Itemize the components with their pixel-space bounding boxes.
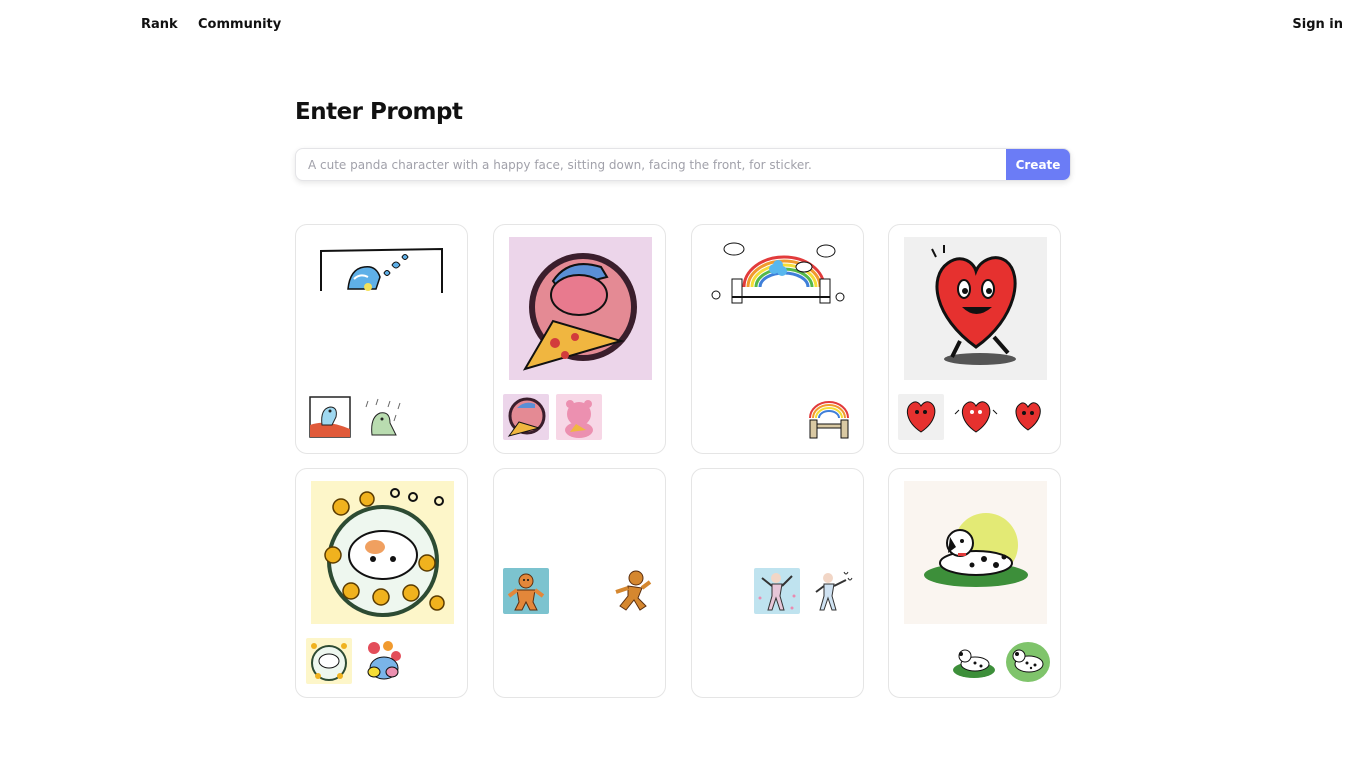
sticker-thumbnail[interactable] [808,568,854,614]
sticker-thumbnail[interactable] [754,568,800,614]
sticker-image [311,481,454,624]
sticker-image [904,237,1047,380]
nav-community-link[interactable]: Community [198,17,281,32]
gallery-card[interactable] [295,224,468,454]
page-title: Enter Prompt [295,99,463,125]
gallery-card[interactable] [888,468,1061,698]
sticker-thumbnail[interactable] [1005,394,1051,440]
sticker-image [509,237,652,380]
sticker-thumbnail[interactable] [503,568,549,614]
sticker-thumbnail[interactable] [953,394,999,440]
sticker-thumbnail[interactable] [608,568,654,614]
sticker-image [318,239,448,295]
gallery-card[interactable] [493,224,666,454]
sticker-thumbnail[interactable] [308,395,354,441]
gallery-card[interactable] [691,224,864,454]
nav-rank-link[interactable]: Rank [141,17,178,32]
gallery-card[interactable] [295,468,468,698]
sticker-image [704,237,854,307]
sticker-image [904,481,1047,624]
gallery-card[interactable] [493,468,666,698]
sticker-thumbnail[interactable] [898,394,944,440]
sticker-thumbnail[interactable] [806,394,852,440]
sticker-thumbnail[interactable] [556,394,602,440]
sign-in-link[interactable]: Sign in [1292,17,1343,32]
top-navbar: Rank Community Sign in [0,0,1366,50]
gallery-card[interactable] [888,224,1061,454]
prompt-bar: Create [295,148,1071,181]
sticker-thumbnail[interactable] [306,638,352,684]
sticker-thumbnail[interactable] [1005,638,1051,684]
prompt-input[interactable] [296,149,1006,180]
sticker-thumbnail[interactable] [360,395,406,441]
create-button[interactable]: Create [1006,149,1070,180]
sticker-thumbnail[interactable] [503,394,549,440]
gallery-card[interactable] [691,468,864,698]
sticker-thumbnail[interactable] [360,638,406,684]
sticker-thumbnail[interactable] [951,638,997,684]
